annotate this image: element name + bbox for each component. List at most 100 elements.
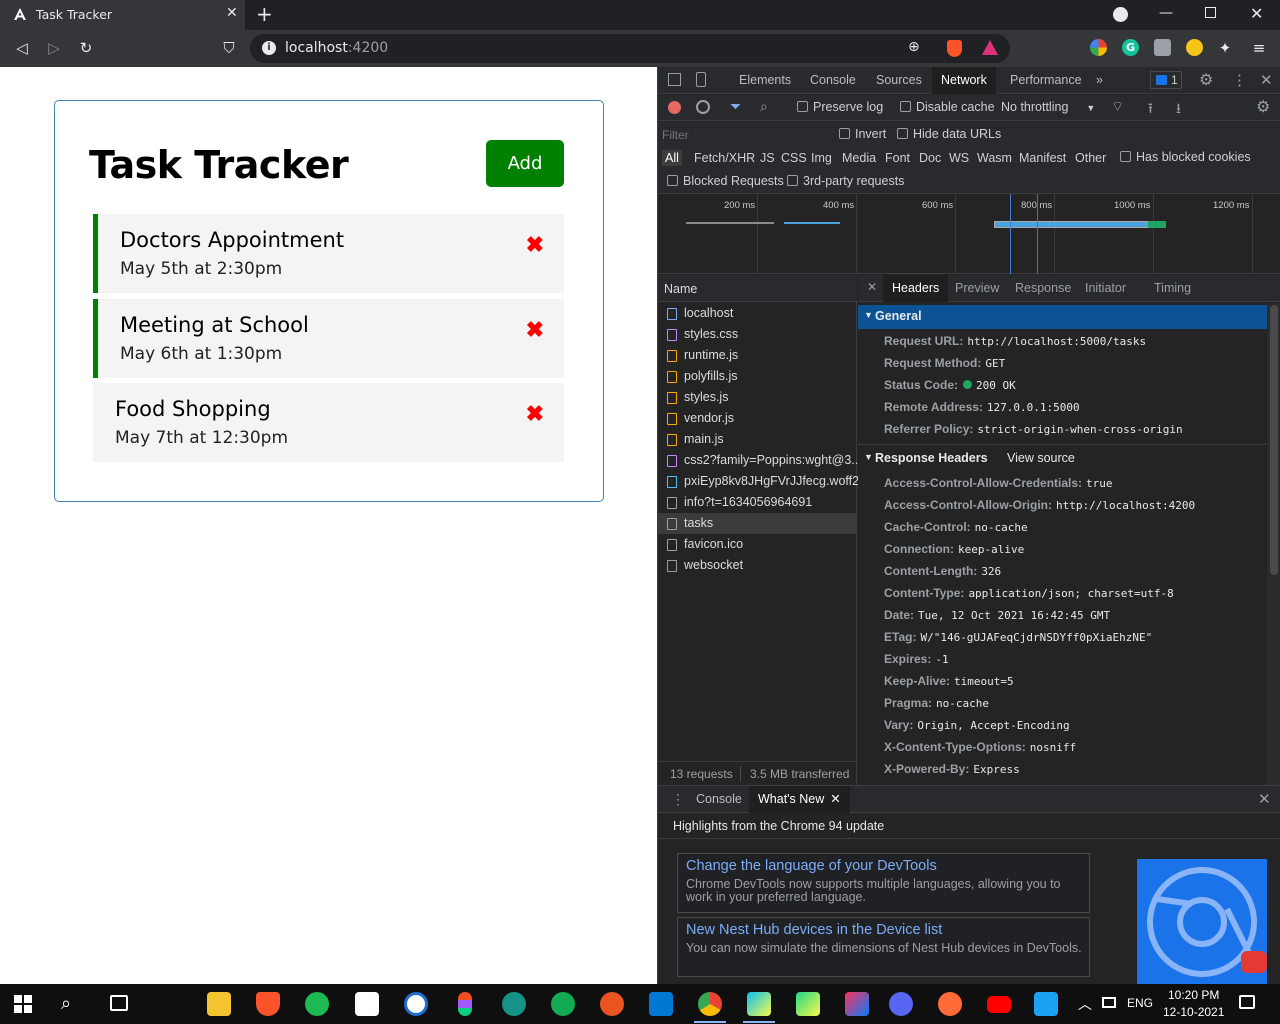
brave-rewards-icon[interactable] bbox=[982, 40, 998, 55]
export-har-icon[interactable]: ⭳ bbox=[1176, 98, 1181, 122]
request-row[interactable]: styles.css bbox=[658, 324, 856, 345]
type-filter-doc[interactable]: Doc bbox=[919, 151, 941, 165]
type-filter-all[interactable]: All bbox=[662, 150, 682, 166]
devtools-menu-icon[interactable]: ⋮ bbox=[1232, 71, 1247, 89]
name-column-header[interactable]: Name bbox=[664, 282, 697, 296]
hide-data-urls-checkbox[interactable]: Hide data URLs bbox=[897, 127, 1001, 141]
type-filter-fetch-xhr[interactable]: Fetch/XHR bbox=[694, 151, 755, 165]
add-button[interactable]: Add bbox=[486, 140, 564, 187]
clear-icon[interactable] bbox=[696, 100, 710, 114]
clock-time[interactable]: 10:20 PM bbox=[1168, 988, 1219, 1002]
webstorm-icon[interactable] bbox=[747, 992, 771, 1016]
news-title[interactable]: New Nest Hub devices in the Device list bbox=[686, 922, 942, 938]
figma-icon[interactable] bbox=[458, 992, 472, 1016]
news-title[interactable]: Change the language of your DevTools bbox=[686, 858, 937, 874]
network-settings-icon[interactable]: ⚙ bbox=[1256, 97, 1270, 117]
tab-headers[interactable]: Headers bbox=[883, 275, 949, 302]
delete-task-icon[interactable]: ✖ bbox=[526, 317, 544, 343]
type-filter-font[interactable]: Font bbox=[885, 151, 910, 165]
postman-icon[interactable] bbox=[938, 992, 962, 1016]
task-item[interactable]: Food Shopping May 7th at 12:30pm ✖ bbox=[93, 383, 564, 462]
input-language[interactable]: ENG bbox=[1127, 996, 1153, 1010]
tab-timing[interactable]: Timing bbox=[1154, 281, 1191, 295]
type-filter-css[interactable]: CSS bbox=[781, 151, 807, 165]
restore-icon[interactable] bbox=[1205, 7, 1216, 18]
tab-network[interactable]: Network bbox=[932, 67, 996, 94]
network-tray-icon[interactable] bbox=[1102, 997, 1116, 1008]
chrome-icon[interactable] bbox=[698, 992, 722, 1016]
tab-sources[interactable]: Sources bbox=[876, 73, 922, 87]
request-row[interactable]: main.js bbox=[658, 429, 856, 450]
vscode-icon[interactable] bbox=[649, 992, 673, 1016]
task-view-icon[interactable] bbox=[110, 995, 128, 1011]
minimize-icon[interactable]: — bbox=[1159, 5, 1173, 21]
filter-input[interactable] bbox=[662, 126, 825, 144]
throttling-select[interactable]: No throttling ▼ bbox=[1001, 100, 1095, 114]
request-row[interactable]: styles.js bbox=[658, 387, 856, 408]
scrollbar-thumb[interactable] bbox=[1270, 305, 1278, 575]
brave-shields-icon[interactable] bbox=[947, 40, 962, 57]
has-blocked-cookies-checkbox[interactable]: Has blocked cookies bbox=[1120, 150, 1251, 164]
clock-date[interactable]: 12-10-2021 bbox=[1163, 1005, 1224, 1019]
ubuntu-icon[interactable] bbox=[600, 992, 624, 1016]
request-row[interactable]: vendor.js bbox=[658, 408, 856, 429]
type-filter-img[interactable]: Img bbox=[811, 151, 832, 165]
drawer-tab-whats-new[interactable]: What's New ✕ bbox=[749, 786, 850, 813]
invert-checkbox[interactable]: Invert bbox=[839, 127, 886, 141]
third-party-checkbox[interactable]: 3rd-party requests bbox=[787, 174, 904, 188]
request-row[interactable]: info?t=1634056964691 bbox=[658, 492, 856, 513]
address-bar[interactable]: i localhost:4200 ⊕ bbox=[250, 34, 1010, 63]
issues-badge[interactable]: 1 bbox=[1150, 71, 1182, 89]
type-filter-media[interactable]: Media bbox=[842, 151, 876, 165]
general-section-header[interactable]: ▼ General bbox=[858, 305, 1267, 329]
task-item[interactable]: Meeting at School May 6th at 1:30pm ✖ bbox=[93, 299, 564, 378]
request-row[interactable]: polyfills.js bbox=[658, 366, 856, 387]
spotify-icon[interactable] bbox=[305, 992, 329, 1016]
browser-menu-icon[interactable]: ≡ bbox=[1248, 37, 1270, 59]
request-row[interactable]: favicon.ico bbox=[658, 534, 856, 555]
type-filter-js[interactable]: JS bbox=[760, 151, 775, 165]
record-icon[interactable] bbox=[668, 101, 681, 114]
windows-start-icon[interactable] bbox=[14, 995, 32, 1013]
blocked-requests-checkbox[interactable]: Blocked Requests bbox=[667, 174, 784, 188]
extensions-puzzle-icon[interactable]: ✦ bbox=[1214, 37, 1236, 59]
type-filter-wasm[interactable]: Wasm bbox=[977, 151, 1012, 165]
request-row[interactable]: tasks bbox=[658, 513, 856, 534]
reload-icon[interactable]: ↻ bbox=[75, 37, 97, 59]
tab-response[interactable]: Response bbox=[1015, 281, 1071, 295]
close-detail-icon[interactable]: ✕ bbox=[867, 280, 877, 294]
inspect-element-icon[interactable] bbox=[668, 73, 681, 86]
type-filter-ws[interactable]: WS bbox=[949, 151, 969, 165]
pycharm-icon[interactable] bbox=[796, 992, 820, 1016]
close-devtools-icon[interactable]: ✕ bbox=[1260, 71, 1273, 89]
settings-gear-icon[interactable]: ⚙ bbox=[1199, 70, 1213, 90]
request-row[interactable]: runtime.js bbox=[658, 345, 856, 366]
drawer-tab-console[interactable]: Console bbox=[696, 792, 742, 806]
taskbar-search-icon[interactable]: ⌕ bbox=[61, 993, 71, 1014]
extension-color-icon[interactable] bbox=[1090, 39, 1107, 56]
request-row[interactable]: websocket bbox=[658, 555, 856, 576]
delete-task-icon[interactable]: ✖ bbox=[526, 401, 544, 427]
twitter-icon[interactable] bbox=[1034, 992, 1058, 1016]
notion-icon[interactable] bbox=[355, 992, 379, 1016]
tab-elements[interactable]: Elements bbox=[739, 73, 791, 87]
forward-icon[interactable]: ▷ bbox=[43, 37, 65, 59]
browser-tab[interactable]: Task Tracker ✕ bbox=[0, 0, 245, 30]
filter-icon[interactable]: ⏷ bbox=[730, 98, 741, 115]
preserve-log-checkbox[interactable]: Preserve log bbox=[797, 100, 883, 114]
more-tabs-icon[interactable]: » bbox=[1096, 73, 1103, 87]
network-conditions-icon[interactable]: ⌔ bbox=[1111, 98, 1124, 116]
show-hidden-icons-icon[interactable]: ︿ bbox=[1078, 994, 1092, 1014]
search-icon[interactable]: ⌕ bbox=[760, 98, 768, 115]
extension-gray-icon[interactable] bbox=[1154, 39, 1171, 56]
task-item[interactable]: Doctors Appointment May 5th at 2:30pm ✖ bbox=[93, 214, 564, 293]
back-icon[interactable]: ◁ bbox=[11, 37, 33, 59]
delete-task-icon[interactable]: ✖ bbox=[526, 232, 544, 258]
discord-icon[interactable] bbox=[889, 992, 913, 1016]
view-source-link[interactable]: View source bbox=[1007, 451, 1075, 465]
close-whats-new-icon[interactable]: ✕ bbox=[830, 792, 840, 806]
response-headers-section-header[interactable]: ▼ Response Headers View source bbox=[858, 447, 1267, 471]
request-row[interactable]: pxiEyp8kv8JHgFVrJJfecg.woff2 bbox=[658, 471, 859, 492]
network-overview-timeline[interactable]: 200 ms 400 ms 600 ms 800 ms 1000 ms 1200… bbox=[658, 194, 1280, 274]
site-info-icon[interactable]: i bbox=[262, 41, 276, 55]
